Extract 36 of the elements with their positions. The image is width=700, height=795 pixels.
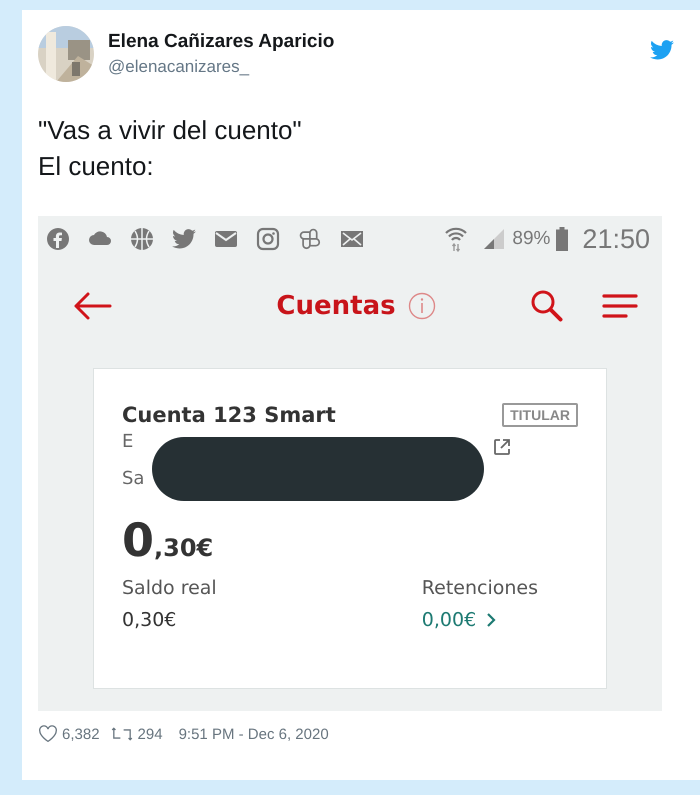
external-link-icon[interactable] xyxy=(492,437,512,457)
screen-title: Cuentas xyxy=(276,291,396,321)
timestamp[interactable]: 9:51 PM - Dec 6, 2020 xyxy=(178,726,329,742)
account-card[interactable]: Cuenta 123 Smart TITULAR E Sa 0,30€ Saldo real 0,30€ Retenciones 0,00€ xyxy=(93,368,607,689)
real-balance-value: 0,30€ xyxy=(122,609,178,631)
balance-amount: 0,30€ xyxy=(122,513,214,567)
author-name[interactable]: Elena Cañizares Aparicio xyxy=(108,31,650,53)
account-name: Cuenta 123 Smart xyxy=(122,403,336,427)
balance-label: Sa xyxy=(122,468,146,489)
holds-label: Retenciones xyxy=(422,577,538,599)
pinwheel-icon xyxy=(298,227,322,251)
wifi-icon xyxy=(444,225,468,253)
chevron-icon[interactable] xyxy=(486,612,496,628)
tweet-text: El cuento: xyxy=(38,150,155,183)
menu-icon[interactable] xyxy=(602,293,638,319)
account-number: E xyxy=(122,431,134,452)
clock: 21:50 xyxy=(582,224,650,254)
signal-icon xyxy=(482,227,506,251)
back-arrow-icon[interactable] xyxy=(72,291,112,321)
retweet-icon[interactable] xyxy=(110,725,134,743)
real-balance-label: Saldo real xyxy=(122,577,217,599)
battery-percent: 89% xyxy=(512,228,550,250)
ball-icon xyxy=(130,227,154,251)
tweet-text: "Vas a vivir del cuento" xyxy=(38,114,303,147)
retweet-count: 294 xyxy=(138,726,163,742)
like-count: 6,382 xyxy=(62,726,100,742)
search-icon[interactable] xyxy=(530,289,564,323)
facebook-icon xyxy=(46,227,70,251)
battery-icon xyxy=(556,227,568,251)
holder-badge: TITULAR xyxy=(502,403,578,427)
author-handle[interactable]: @elenacanizares_ xyxy=(108,57,650,77)
bird-icon xyxy=(650,40,674,60)
camera-icon xyxy=(256,227,280,251)
bird-icon xyxy=(172,227,196,251)
holds-link[interactable]: 0,00€ xyxy=(422,609,476,631)
heart-icon[interactable] xyxy=(38,725,58,743)
